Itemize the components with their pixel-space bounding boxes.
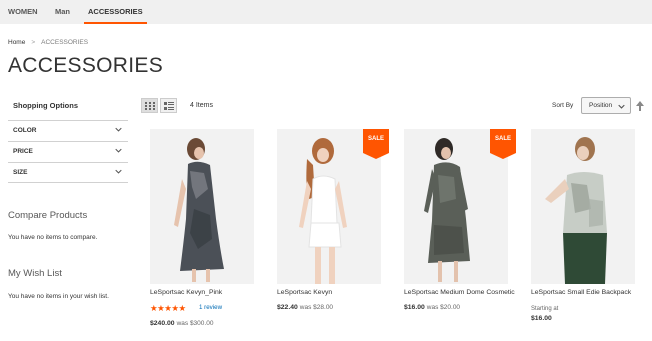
wish-list-title: My Wish List: [8, 268, 62, 279]
filter-color[interactable]: COLOR: [8, 120, 128, 141]
items-count: 4 Items: [190, 102, 213, 109]
chevron-down-icon: [115, 169, 122, 174]
price-box: $240.00 was $300.00: [150, 320, 213, 327]
product-price: $22.40: [277, 304, 298, 311]
filter-size[interactable]: SIZE: [8, 162, 128, 183]
price-box: $22.40 was $28.00: [277, 304, 333, 311]
filter-divider: [8, 182, 128, 183]
rating-stars: ★★★★★: [150, 303, 186, 313]
breadcrumb-separator: >: [31, 39, 36, 46]
product-price: $16.00: [531, 315, 552, 322]
compare-products-title: Compare Products: [8, 210, 88, 221]
list-view-button[interactable]: [160, 98, 177, 113]
product-image[interactable]: [531, 129, 635, 284]
sort-by-select[interactable]: Position: [581, 97, 631, 114]
breadcrumb: Home > ACCESSORIES: [8, 39, 88, 46]
nav-item-accessories[interactable]: ACCESSORIES: [84, 0, 147, 24]
breadcrumb-home-link[interactable]: Home: [8, 39, 25, 46]
chevron-down-icon: [115, 127, 122, 132]
compare-products-text: You have no items to compare.: [8, 234, 98, 241]
shopping-options-title: Shopping Options: [13, 101, 78, 110]
list-icon: [164, 102, 174, 110]
old-price: was $28.00: [299, 304, 334, 311]
filter-price[interactable]: PRICE: [8, 141, 128, 162]
filter-label: PRICE: [13, 148, 33, 155]
breadcrumb-current: ACCESSORIES: [41, 39, 89, 46]
starting-at-label: Starting at: [531, 306, 559, 312]
grid-view-button[interactable]: [141, 98, 158, 113]
sort-direction-arrow-icon[interactable]: [636, 101, 644, 111]
price-box: $16.00: [531, 315, 552, 322]
product-name[interactable]: LeSportsac Medium Dome Cosmetic: [404, 289, 515, 296]
old-price: was $20.00: [426, 304, 461, 311]
sort-by-value: Position: [589, 102, 613, 109]
product-name[interactable]: LeSportsac Small Edie Backpack: [531, 289, 631, 296]
old-price: was $300.00: [176, 320, 214, 327]
product-image[interactable]: [150, 129, 254, 284]
product-name[interactable]: LeSportsac Kevyn_Pink: [150, 289, 222, 296]
page-title: ACCESSORIES: [8, 54, 164, 77]
reviews-link[interactable]: 1 review: [199, 304, 222, 311]
product-price: $240.00: [150, 320, 175, 327]
product-name[interactable]: LeSportsac Kevyn: [277, 289, 332, 296]
price-box: $16.00 was $20.00: [404, 304, 460, 311]
sale-badge: SALE: [363, 129, 389, 159]
chevron-down-icon: [115, 148, 122, 153]
filter-label: SIZE: [13, 169, 28, 176]
product-price: $16.00: [404, 304, 425, 311]
sale-badge: SALE: [490, 129, 516, 159]
sale-label: SALE: [494, 136, 511, 142]
top-navigation: WOMEN Man ACCESSORIES: [0, 0, 652, 24]
sort-by-label: Sort By: [552, 102, 574, 109]
grid-icon: [145, 102, 155, 110]
filter-label: COLOR: [13, 127, 37, 134]
sale-label: SALE: [367, 136, 384, 142]
chevron-down-icon: [618, 104, 625, 109]
nav-item-man[interactable]: Man: [55, 0, 70, 24]
wish-list-text: You have no items in your wish list.: [8, 293, 109, 300]
nav-item-women[interactable]: WOMEN: [8, 0, 38, 24]
